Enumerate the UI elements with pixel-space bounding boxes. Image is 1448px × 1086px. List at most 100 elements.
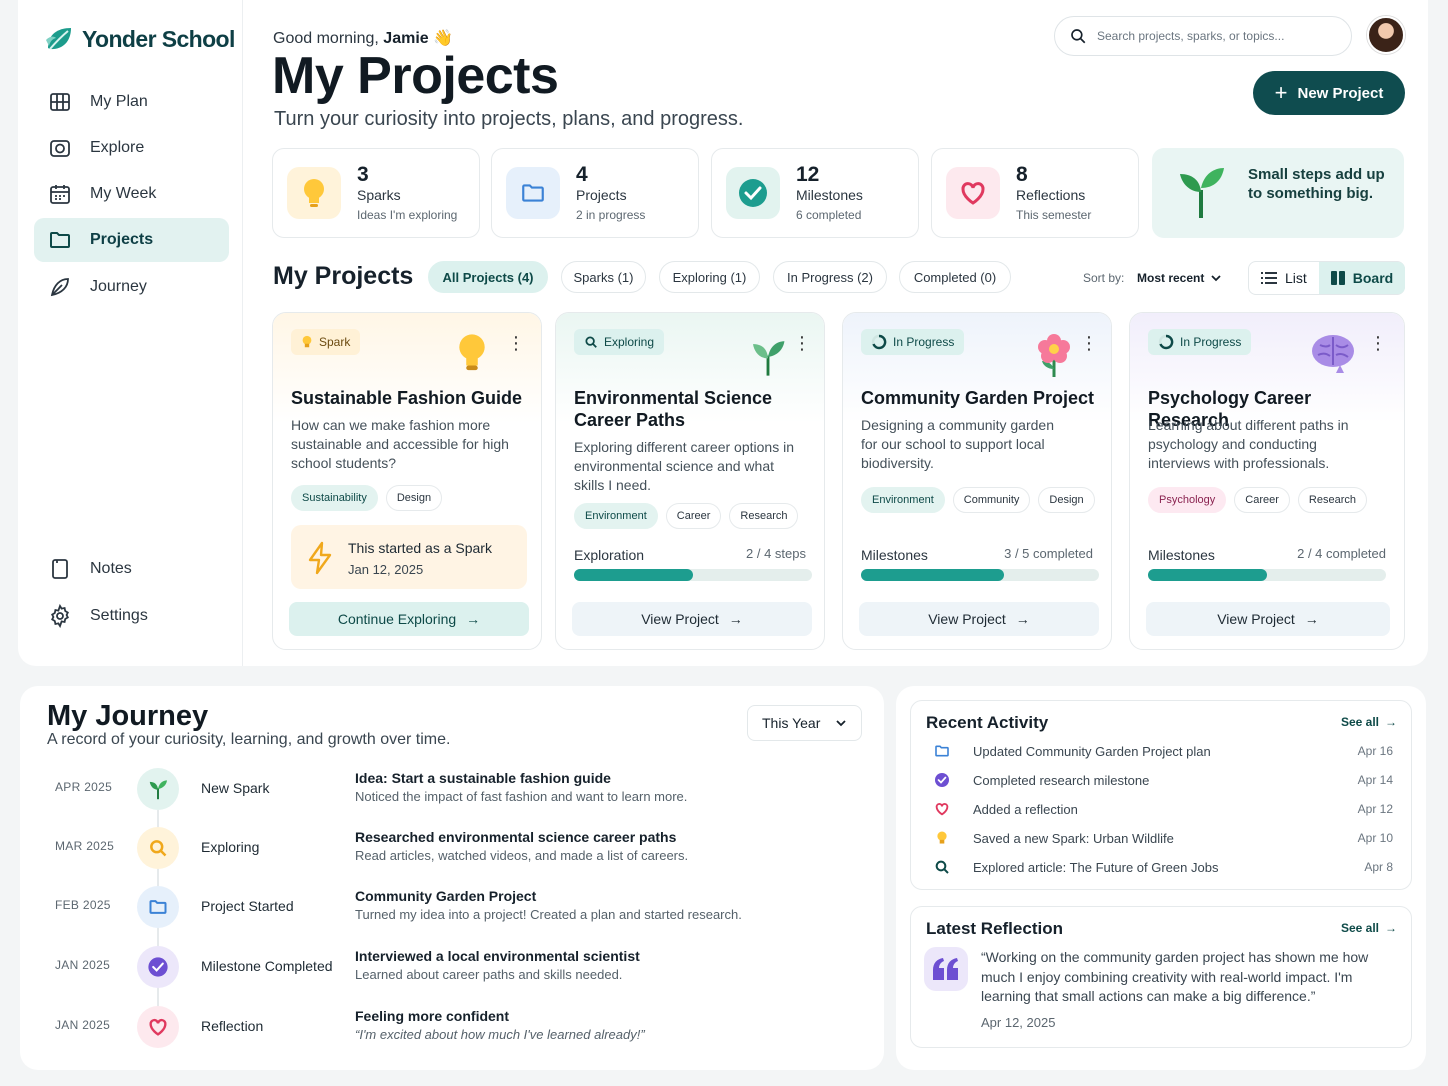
new-project-label: New Project bbox=[1297, 84, 1384, 102]
list-view-button[interactable]: List bbox=[1261, 262, 1307, 294]
more-options-icon[interactable]: ⋮ bbox=[506, 333, 526, 353]
button-label: View Project bbox=[641, 611, 719, 627]
progress-fill bbox=[1148, 569, 1267, 581]
stat-reflections[interactable]: 8 Reflections This semester bbox=[931, 148, 1139, 238]
sidebar-item-projects[interactable]: Projects bbox=[34, 218, 229, 262]
project-card-sustainable-fashion[interactable]: Spark ⋮ Sustainable Fashion Guide How ca… bbox=[272, 312, 542, 650]
project-card-environmental-science[interactable]: Exploring ⋮ Environmental Science Career… bbox=[555, 312, 825, 650]
sidebar-item-label: Journey bbox=[90, 278, 147, 295]
tag[interactable]: Design bbox=[1038, 487, 1095, 513]
journey-entry[interactable]: JAN 2025 Milestone Completed Interviewed… bbox=[0, 944, 860, 994]
sidebar-item-explore[interactable]: Explore bbox=[34, 126, 229, 170]
activity-item[interactable]: Explored article: The Future of Green Jo… bbox=[933, 856, 1393, 878]
page-subtitle: Turn your curiosity into projects, plans… bbox=[274, 108, 744, 130]
sidebar-item-my-plan[interactable]: My Plan bbox=[34, 80, 229, 124]
activity-item[interactable]: Completed research milestone Apr 14 bbox=[933, 769, 1393, 791]
progress-fill bbox=[574, 569, 693, 581]
sidebar-item-journey[interactable]: Journey bbox=[34, 265, 229, 309]
sidebar-item-label: Explore bbox=[90, 139, 145, 156]
sidebar-item-my-week[interactable]: My Week bbox=[34, 172, 229, 216]
chevron-down-icon bbox=[1211, 275, 1221, 282]
sprout-illustration-icon bbox=[753, 341, 785, 376]
sidebar-item-settings[interactable]: Settings bbox=[34, 594, 229, 638]
entry-title: Researched environmental science career … bbox=[355, 829, 677, 845]
tag[interactable]: Research bbox=[729, 503, 799, 529]
arrow-right-icon: → bbox=[1015, 611, 1030, 627]
plus-icon: + bbox=[1274, 80, 1288, 105]
search-input[interactable] bbox=[1097, 29, 1337, 43]
sprout-icon bbox=[137, 768, 179, 810]
tag[interactable]: Career bbox=[665, 503, 722, 529]
more-options-icon[interactable]: ⋮ bbox=[1079, 333, 1099, 353]
board-view-button[interactable]: Board bbox=[1319, 262, 1405, 294]
quote-icon bbox=[924, 947, 968, 991]
folder-icon bbox=[933, 742, 951, 760]
sidebar-item-notes[interactable]: Notes bbox=[34, 547, 229, 591]
arrow-right-icon: → bbox=[1385, 921, 1397, 935]
button-label: Continue Exploring bbox=[337, 611, 457, 627]
journey-entry[interactable]: JAN 2025 Reflection Feeling more confide… bbox=[0, 1004, 860, 1054]
spark-origin-note: This started as a Spark Jan 12, 2025 bbox=[291, 525, 527, 589]
journey-entry[interactable]: APR 2025 New Spark Idea: Start a sustain… bbox=[0, 766, 860, 816]
arrow-right-icon: → bbox=[1304, 611, 1319, 627]
activity-text: Saved a new Spark: Urban Wildlife bbox=[973, 830, 1174, 846]
progress-value: 2 / 4 completed bbox=[1297, 546, 1386, 561]
progress-bar bbox=[574, 569, 812, 581]
stat-number: 12 bbox=[796, 163, 820, 186]
bulb-icon bbox=[287, 167, 341, 219]
tag[interactable]: Research bbox=[1297, 487, 1367, 513]
list-icon bbox=[1261, 272, 1277, 284]
tag[interactable]: Community bbox=[952, 487, 1031, 513]
search-bar[interactable] bbox=[1054, 16, 1352, 56]
progress-value: 2 / 4 steps bbox=[746, 546, 806, 561]
progress-bar bbox=[861, 569, 1099, 581]
journey-entry[interactable]: FEB 2025 Project Started Community Garde… bbox=[0, 884, 860, 934]
view-toggle: List Board bbox=[1248, 261, 1405, 295]
view-project-button[interactable]: View Project → bbox=[859, 602, 1099, 636]
view-project-button[interactable]: View Project → bbox=[572, 602, 812, 636]
card-title: Community Garden Project bbox=[861, 388, 1095, 408]
stat-sparks[interactable]: 3 Sparks Ideas I'm exploring bbox=[272, 148, 480, 238]
search-icon bbox=[933, 858, 951, 876]
activity-item[interactable]: Saved a new Spark: Urban Wildlife Apr 10 bbox=[933, 827, 1393, 849]
project-card-community-garden[interactable]: In Progress ⋮ Community Garden Project D… bbox=[842, 312, 1112, 650]
sidebar-item-label: Notes bbox=[90, 560, 132, 577]
filter-in-progress[interactable]: In Progress (2) bbox=[773, 261, 887, 293]
status-badge: Spark bbox=[291, 329, 361, 355]
progress-fill bbox=[861, 569, 1004, 581]
stat-milestones[interactable]: 12 Milestones 6 completed bbox=[711, 148, 919, 238]
folder-icon bbox=[50, 232, 70, 248]
tag[interactable]: Psychology bbox=[1148, 487, 1227, 513]
app-logo[interactable]: Yonder School bbox=[44, 24, 235, 54]
new-project-button[interactable]: + New Project bbox=[1253, 71, 1405, 115]
more-options-icon[interactable]: ⋮ bbox=[792, 333, 812, 353]
continue-exploring-button[interactable]: Continue Exploring → bbox=[289, 602, 529, 636]
gear-icon bbox=[51, 604, 69, 628]
avatar[interactable] bbox=[1367, 16, 1405, 54]
activity-item[interactable]: Added a reflection Apr 12 bbox=[933, 798, 1393, 820]
filter-sparks[interactable]: Sparks (1) bbox=[561, 261, 646, 293]
journey-entry[interactable]: MAR 2025 Exploring Researched environmen… bbox=[0, 825, 860, 875]
tag[interactable]: Environment bbox=[574, 503, 658, 529]
see-all-activity-link[interactable]: See all → bbox=[1341, 715, 1397, 729]
see-all-reflections-link[interactable]: See all → bbox=[1341, 921, 1397, 935]
activity-item[interactable]: Updated Community Garden Project plan Ap… bbox=[933, 740, 1393, 762]
filter-exploring[interactable]: Exploring (1) bbox=[659, 261, 760, 293]
sort-dropdown[interactable]: Most recent bbox=[1137, 271, 1222, 285]
tag[interactable]: Sustainability bbox=[291, 485, 378, 511]
stat-projects[interactable]: 4 Projects 2 in progress bbox=[491, 148, 699, 238]
entry-kind: Project Started bbox=[201, 898, 294, 914]
tag[interactable]: Design bbox=[385, 485, 443, 511]
entry-description: Turned my idea into a project! Created a… bbox=[355, 907, 742, 922]
tag[interactable]: Career bbox=[1234, 487, 1290, 513]
sidebar-item-label: My Week bbox=[90, 185, 157, 202]
entry-date: FEB 2025 bbox=[55, 898, 111, 912]
filter-all-projects[interactable]: All Projects (4) bbox=[428, 261, 548, 293]
project-card-psychology-career[interactable]: In Progress ⋮ Psychology Career Research… bbox=[1129, 312, 1405, 650]
view-project-button[interactable]: View Project → bbox=[1146, 602, 1390, 636]
more-options-icon[interactable]: ⋮ bbox=[1368, 333, 1388, 353]
tag[interactable]: Environment bbox=[861, 487, 945, 513]
activity-text: Updated Community Garden Project plan bbox=[973, 743, 1211, 759]
period-dropdown[interactable]: This Year bbox=[747, 705, 862, 741]
filter-completed[interactable]: Completed (0) bbox=[899, 261, 1011, 293]
